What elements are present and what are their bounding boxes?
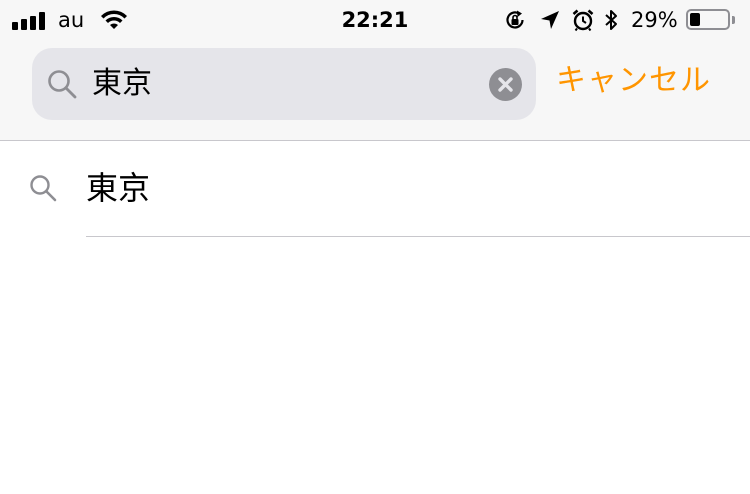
clear-x-icon (498, 77, 513, 92)
search-input[interactable]: 東京 (32, 48, 536, 120)
battery-cap (732, 16, 735, 24)
suggestion-list: 東京 (0, 141, 750, 237)
orientation-lock-icon (506, 10, 524, 29)
battery-icon (686, 9, 730, 30)
clear-search-button[interactable] (489, 68, 522, 101)
screen: au 22:21 29% 東京 キャンセル 東京 (0, 0, 750, 494)
alarm-icon (572, 9, 594, 32)
search-icon (48, 70, 77, 99)
battery-level-fill (690, 13, 700, 26)
cancel-button[interactable]: キャンセル (556, 58, 726, 104)
location-arrow-icon (541, 11, 559, 29)
search-header: 東京 キャンセル (0, 40, 750, 141)
list-item[interactable]: 東京 (0, 141, 750, 237)
search-icon (30, 175, 57, 202)
suggestion-label: 東京 (86, 169, 151, 207)
row-separator (86, 236, 750, 237)
status-bar: au 22:21 29% (0, 0, 750, 40)
search-query-text[interactable]: 東京 (92, 64, 152, 104)
battery-percentage: 29% (631, 8, 678, 32)
bluetooth-icon (605, 10, 617, 30)
